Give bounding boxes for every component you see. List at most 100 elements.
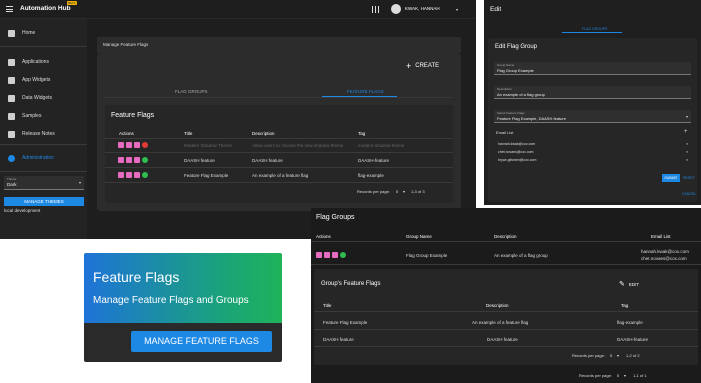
theme-value: Dark (7, 182, 17, 187)
description-field[interactable]: Description An example of a flag group (494, 86, 691, 99)
rows-per-page-select[interactable]: 5 (396, 189, 398, 194)
toggle-off-icon[interactable] (142, 142, 148, 148)
flag-title: Feature Flag Example (323, 320, 368, 325)
plus-icon: + (406, 61, 412, 71)
manage-feature-flags-button[interactable]: MANAGE FEATURE FLAGS (131, 331, 272, 352)
tab-feature-flags[interactable]: FEATURE FLAGS (347, 89, 384, 94)
row-tag: modern-shadow-theme (358, 143, 405, 148)
sidebar-item-app-widgets[interactable]: App Widgets (0, 71, 87, 89)
flag-description: An example of a feature flag (472, 320, 529, 325)
row-title: Feature Flag Example (184, 173, 229, 178)
chevron-down-icon[interactable]: ▾ (624, 373, 626, 378)
email-item: chet.novaes@cox.com (498, 150, 534, 154)
select-value: Feature Flag Example, DAASH feature (497, 116, 566, 121)
widgets-icon (8, 76, 15, 84)
lock-icon[interactable] (118, 142, 124, 148)
menu-icon[interactable] (6, 6, 13, 12)
page-range: 1-1 of 1 (633, 373, 647, 378)
delete-icon[interactable] (134, 172, 140, 178)
edit-icon[interactable] (126, 172, 132, 178)
home-icon (8, 29, 15, 37)
sidebar-item-applications[interactable]: Applications (0, 53, 87, 71)
close-icon[interactable]: × (686, 141, 688, 146)
toggle-on-icon[interactable] (142, 172, 148, 178)
flag-description: DAASH feature (487, 337, 518, 342)
cancel-button[interactable]: CANCEL (682, 192, 696, 196)
chevron-down-icon: ▾ (78, 180, 81, 185)
select-feature-flags[interactable]: Select Feature Flags Feature Flag Exampl… (494, 110, 691, 123)
sidebar-item-administration[interactable]: Administration (0, 149, 87, 167)
sidebar-item-label: App Widgets (22, 77, 51, 83)
group-name-label: Group Name (497, 63, 515, 67)
lock-icon[interactable] (316, 252, 322, 258)
promo-subtitle: Manage Feature Flags and Groups (93, 295, 249, 306)
group-email: hannah.kwak@cox.com (641, 249, 689, 254)
reset-button[interactable]: RESET (683, 176, 695, 180)
sidebar-item-samples[interactable]: Samples (0, 107, 87, 125)
delete-icon[interactable] (134, 142, 140, 148)
toggle-on-icon[interactable] (142, 157, 148, 163)
col-description: Description (486, 303, 509, 308)
flag-tag: DAASH-feature (617, 337, 649, 342)
col-title: Title (323, 303, 332, 308)
sidebar-item-label: Data Widgets (22, 95, 53, 101)
chevron-down-icon[interactable]: ▾ (403, 189, 405, 194)
email-item: hannah.kwak@cox.com (498, 142, 536, 146)
data-icon (8, 94, 15, 102)
chevron-down-icon[interactable]: ▾ (456, 7, 458, 12)
tab-underline (105, 97, 453, 98)
group-name-value: Flag Group Example (497, 68, 534, 73)
sidebar-item-release-notes[interactable]: Release Notes (0, 125, 87, 143)
lock-icon[interactable] (118, 172, 124, 178)
row-title: DAASH feature (184, 158, 215, 163)
group-name: Flag Group Example (406, 253, 448, 258)
col-description: Description (252, 131, 275, 136)
rows-per-page-select[interactable]: 5 (610, 353, 612, 358)
rows-per-page-select[interactable]: 5 (617, 373, 619, 378)
edit-icon[interactable] (126, 157, 132, 163)
sidebar-item-label: Samples (22, 113, 42, 119)
theme-select[interactable]: Theme Dark ▾ (4, 176, 84, 190)
edit-icon[interactable] (126, 142, 132, 148)
rows-per-page-label: Records per page: (572, 353, 605, 358)
close-icon[interactable]: × (686, 149, 688, 154)
page-title-bar: Manage Feature Flags (97, 37, 461, 53)
tab-flag-groups[interactable]: FLAG GROUPS (582, 27, 607, 31)
edit-button[interactable]: ✎ EDIT (619, 280, 639, 288)
tab-flag-groups[interactable]: FLAG GROUPS (175, 89, 208, 94)
feature-flags-table: Feature Flags Actions Title Description … (105, 105, 453, 203)
close-icon[interactable]: × (686, 157, 688, 162)
manage-themes-button[interactable]: MANAGE THEMES (4, 197, 84, 206)
delete-icon[interactable] (134, 157, 140, 163)
row-tag: DAASH-feature (358, 158, 390, 163)
delete-icon[interactable] (332, 252, 338, 258)
account-icon[interactable] (391, 4, 401, 14)
group-row-actions (316, 252, 346, 258)
sidebar: Home Applications App Widgets Data Widge… (0, 19, 87, 239)
group-name-field[interactable]: Group Name Flag Group Example (494, 62, 691, 75)
sidebar-item-home[interactable]: Home (0, 24, 87, 42)
app-title: Automation Hub (20, 5, 71, 12)
row-description: DAASH feature (252, 158, 283, 163)
sidebar-item-label: Administration (22, 155, 54, 161)
edit-icon[interactable] (324, 252, 330, 258)
beta-badge: BETA (67, 1, 77, 5)
apps-icon (8, 58, 15, 66)
chevron-down-icon[interactable]: ▾ (617, 353, 619, 358)
flag-tag: flag-example (617, 320, 643, 325)
submit-button[interactable]: SUBMIT (662, 174, 680, 182)
col-tag: Tag (358, 131, 366, 136)
row-description: An example of a feature flag (252, 173, 309, 178)
feature-flags-promo-card: Feature Flags Manage Feature Flags and G… (84, 253, 282, 362)
sidebar-item-data-widgets[interactable]: Data Widgets (0, 89, 87, 107)
toggle-on-icon[interactable] (340, 252, 346, 258)
flag-title: DAASH feature (323, 337, 354, 342)
sidebar-item-label: Applications (22, 59, 49, 65)
user-name[interactable]: KWAK, HANNAH (405, 6, 440, 11)
grid-icon[interactable] (372, 6, 379, 13)
sidebar-item-label: Release Notes (22, 131, 55, 137)
create-button[interactable]: + CREATE (406, 61, 439, 71)
chevron-down-icon: ▾ (685, 114, 688, 119)
add-email-icon[interactable]: + (684, 129, 688, 135)
lock-icon[interactable] (118, 157, 124, 163)
